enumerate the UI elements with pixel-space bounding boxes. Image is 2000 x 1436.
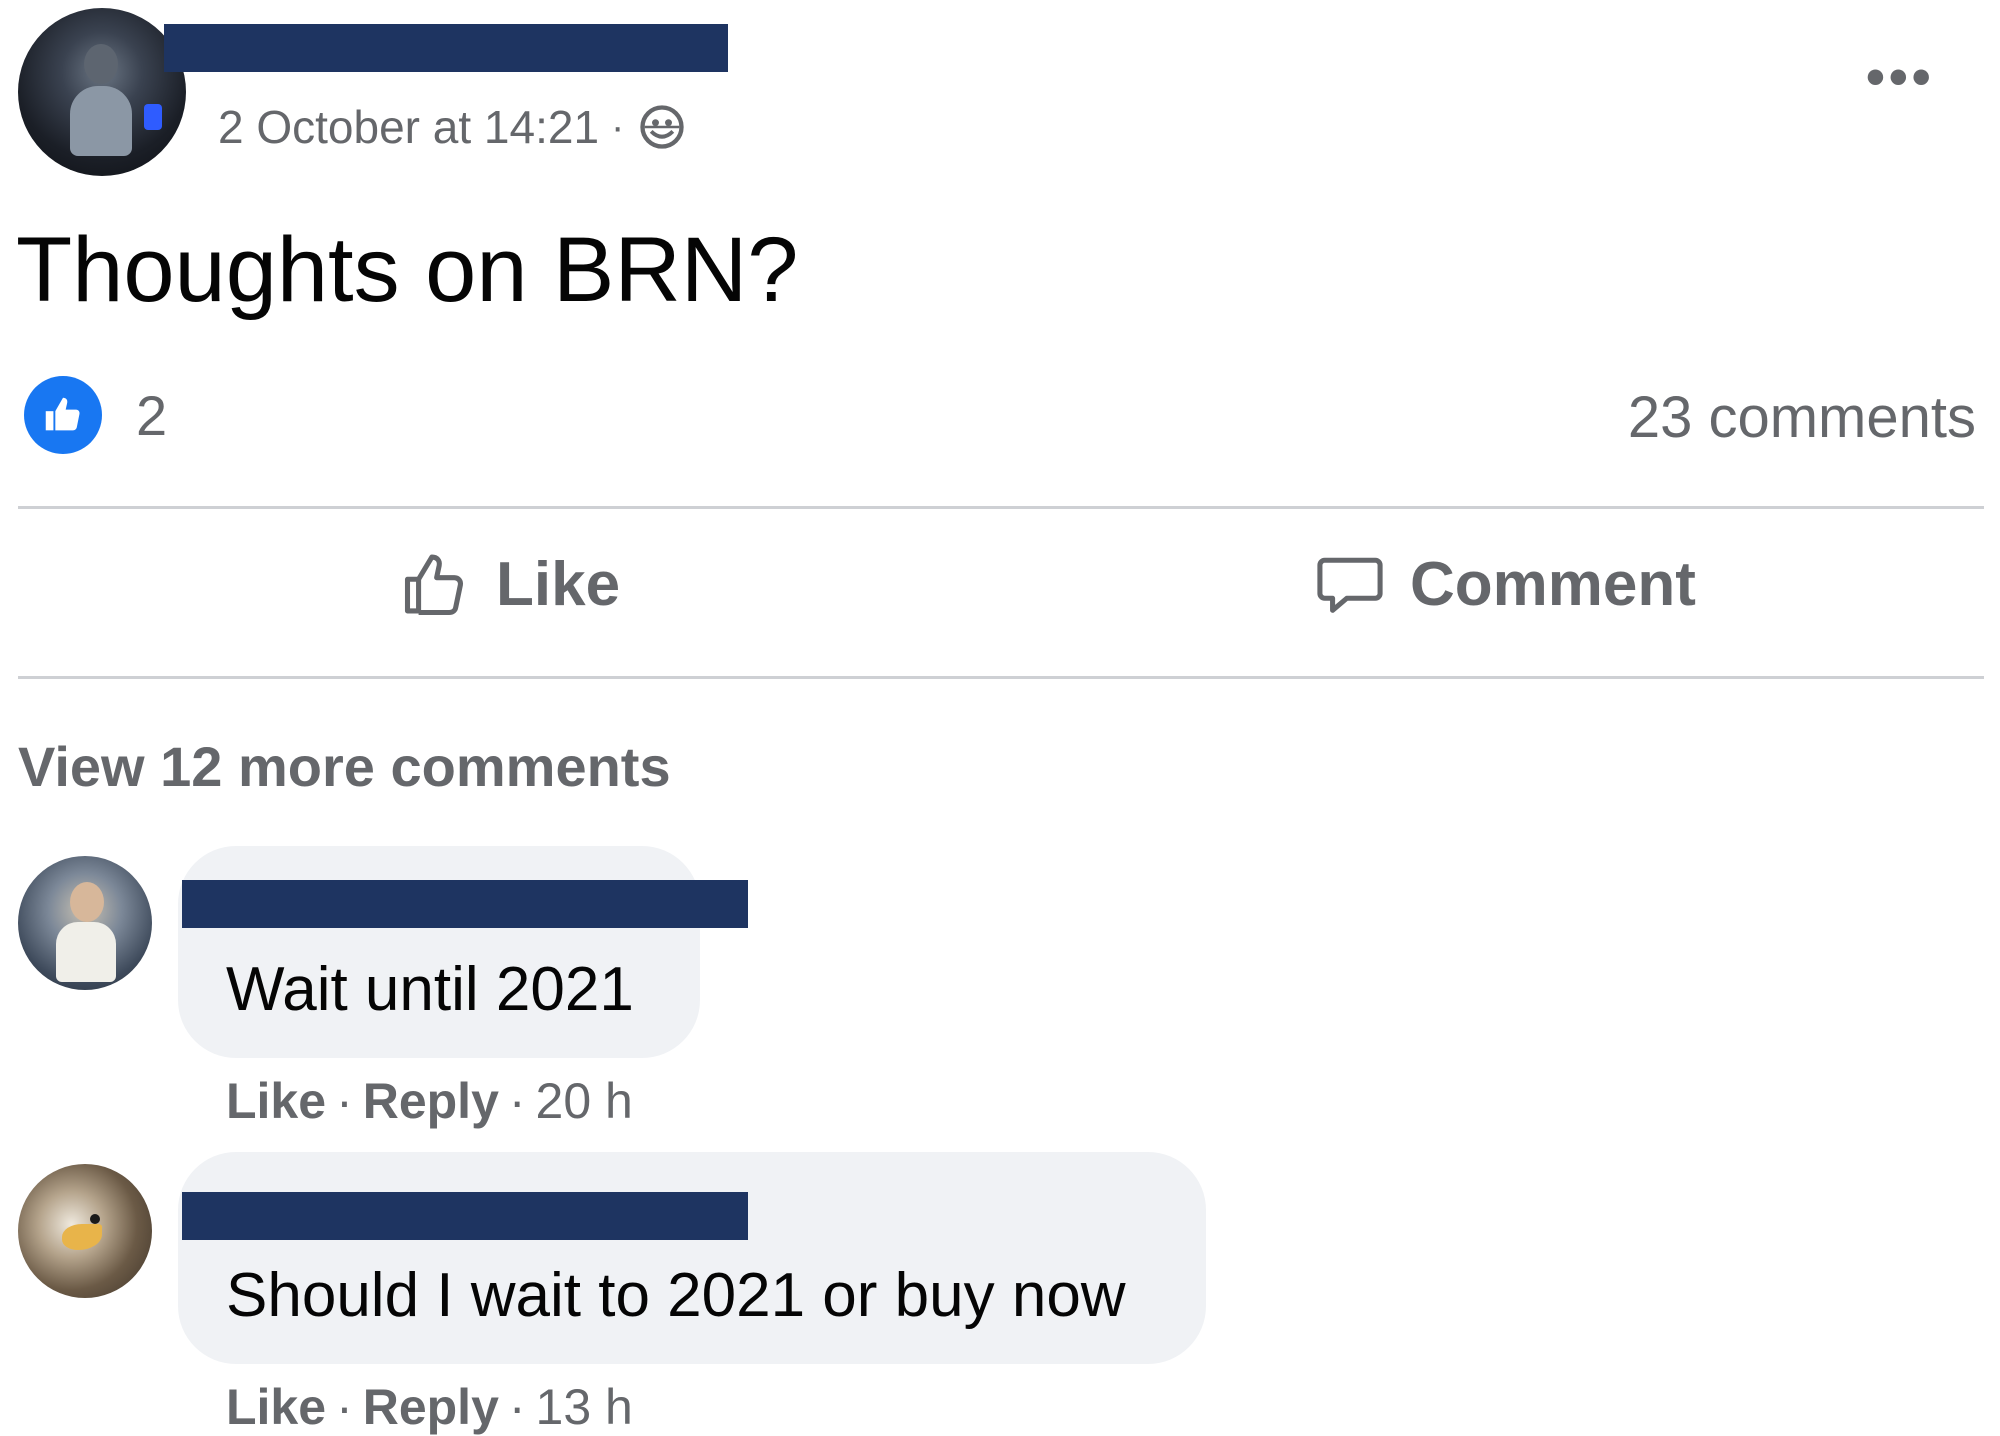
comment-text: Wait until 2021 bbox=[226, 955, 634, 1024]
redacted-commenter-name bbox=[182, 880, 748, 928]
post-options-button[interactable]: ••• bbox=[1866, 50, 1935, 104]
speech-bubble-icon bbox=[1317, 557, 1383, 613]
avatar-detail bbox=[144, 104, 162, 130]
comment-reply-link[interactable]: Reply bbox=[363, 1072, 499, 1130]
redacted-commenter-name bbox=[182, 1192, 748, 1240]
thumbs-up-icon bbox=[404, 554, 464, 616]
avatar-face bbox=[70, 882, 104, 922]
reaction-count: 2 bbox=[136, 383, 168, 447]
comment-like-link[interactable]: Like bbox=[226, 1072, 326, 1130]
post-meta: 2 October at 14:21 · bbox=[218, 100, 688, 154]
post-timestamp[interactable]: 2 October at 14:21 bbox=[218, 100, 599, 154]
avatar-body bbox=[70, 86, 132, 156]
divider-bottom bbox=[18, 676, 1984, 679]
comment-text: Should I wait to 2021 or buy now bbox=[226, 1261, 1126, 1330]
comment-actions: Like · Reply · 20 h bbox=[226, 1072, 633, 1130]
comment-button[interactable]: Comment bbox=[1312, 546, 1696, 622]
comment-time[interactable]: 20 h bbox=[536, 1072, 633, 1130]
divider-top bbox=[18, 506, 1984, 509]
avatar-head bbox=[84, 44, 118, 84]
action-separator: · bbox=[336, 1379, 353, 1435]
like-label: Like bbox=[496, 549, 621, 619]
comment-actions: Like · Reply · 13 h bbox=[226, 1378, 633, 1436]
like-button[interactable]: Like bbox=[398, 546, 620, 622]
reaction-summary[interactable]: 2 bbox=[24, 376, 167, 454]
commenter-avatar[interactable] bbox=[18, 1164, 152, 1298]
view-more-comments-link[interactable]: View 12 more comments bbox=[18, 734, 671, 799]
comment-like-link[interactable]: Like bbox=[226, 1378, 326, 1436]
avatar-eye bbox=[90, 1214, 100, 1224]
avatar-beak bbox=[62, 1224, 102, 1250]
like-reaction-icon bbox=[24, 376, 102, 454]
action-separator: · bbox=[508, 1073, 526, 1129]
audience-icon[interactable] bbox=[636, 101, 688, 153]
meta-separator: · bbox=[611, 104, 625, 149]
comment-reply-link[interactable]: Reply bbox=[363, 1378, 499, 1436]
comment-label: Comment bbox=[1410, 549, 1696, 619]
poster-avatar[interactable] bbox=[18, 8, 186, 176]
comment-bubble: Should I wait to 2021 or buy now bbox=[178, 1152, 1206, 1364]
action-separator: · bbox=[508, 1379, 526, 1435]
redacted-poster-name bbox=[164, 24, 728, 72]
comment-count[interactable]: 23 comments bbox=[1628, 384, 1976, 451]
commenter-avatar[interactable] bbox=[18, 856, 152, 990]
avatar-body bbox=[56, 922, 116, 982]
post-text: Thoughts on BRN? bbox=[16, 219, 799, 321]
action-separator: · bbox=[336, 1073, 353, 1129]
comment-time[interactable]: 13 h bbox=[536, 1378, 633, 1436]
comment-bubble: Wait until 2021 bbox=[178, 846, 700, 1058]
